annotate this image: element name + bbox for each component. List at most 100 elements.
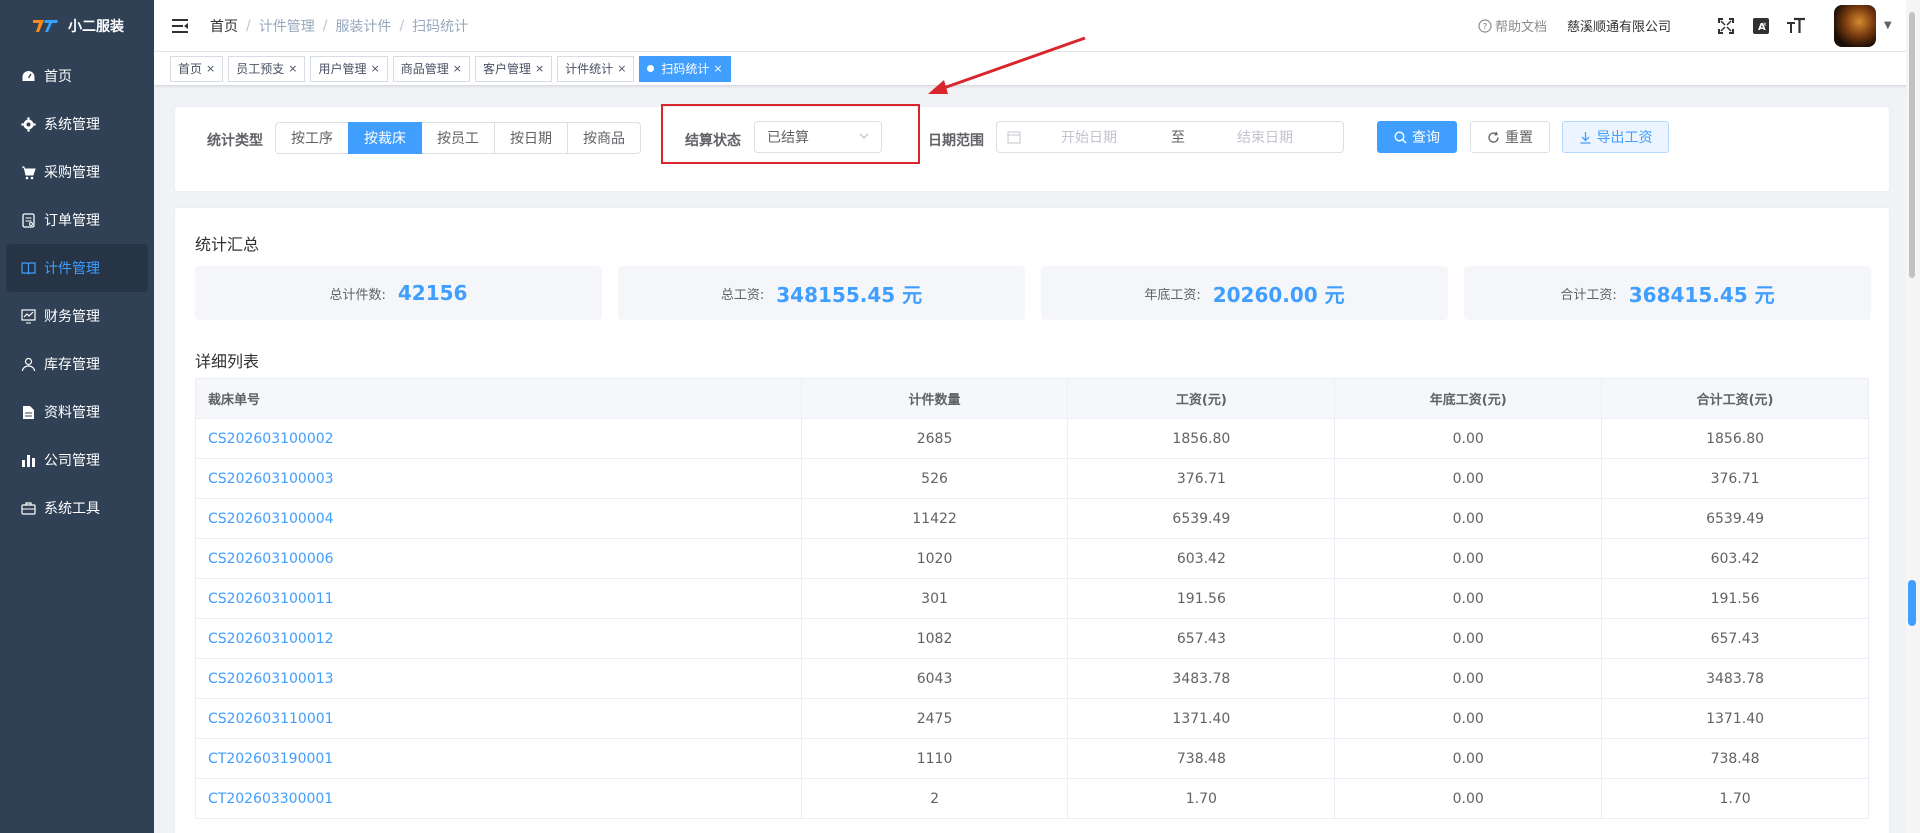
table-cell: 526 <box>800 458 1069 499</box>
cutting-order-link[interactable]: CT202603190001 <box>195 738 802 779</box>
detail-table: 裁床单号 计件数量 工资(元) 年底工资(元) 合计工资(元) CS2026031000… <box>195 378 1869 819</box>
stat-type-option[interactable]: 按商品 <box>567 122 641 154</box>
tab-tag-label: 扫码统计 <box>661 62 710 76</box>
gear-icon <box>20 116 36 132</box>
breadcrumb-item: 扫码统计 <box>412 18 469 35</box>
table-cell: 0.00 <box>1334 578 1603 619</box>
sidebar-item[interactable]: 首页 <box>0 52 154 100</box>
column-header[interactable]: 合计工资(元) <box>1601 378 1869 419</box>
font-size-icon[interactable] <box>1785 15 1807 37</box>
close-icon[interactable]: × <box>713 62 722 75</box>
tab-tag[interactable]: 计件统计 × <box>557 55 635 82</box>
column-header[interactable]: 年底工资(元) <box>1334 378 1603 419</box>
column-header[interactable]: 计件数量 <box>800 378 1069 419</box>
stat-type-option[interactable]: 按工序 <box>275 122 349 154</box>
tab-tag-label: 用户管理 <box>318 62 367 76</box>
tab-tag-label: 客户管理 <box>482 62 531 76</box>
stat-type-option[interactable]: 按员工 <box>421 122 495 154</box>
close-icon[interactable]: × <box>206 62 215 75</box>
dashboard-icon <box>20 68 36 84</box>
column-header[interactable]: 裁床单号 <box>195 378 802 419</box>
close-icon[interactable]: × <box>370 62 379 75</box>
refresh-icon <box>1488 131 1499 143</box>
user-avatar[interactable] <box>1834 4 1876 47</box>
scroll-indicator[interactable] <box>1908 580 1916 626</box>
table-cell: 191.56 <box>1067 578 1336 619</box>
sidebar-item-label: 库存管理 <box>44 357 100 373</box>
cutting-order-link[interactable]: CS202603100002 <box>195 418 802 459</box>
cutting-order-link[interactable]: CS202603100003 <box>195 458 802 499</box>
cutting-order-link[interactable]: CS202603100011 <box>195 578 802 619</box>
export-wages-button[interactable]: 导出工资 <box>1562 121 1669 153</box>
close-icon[interactable]: × <box>288 62 297 75</box>
caret-down-icon[interactable]: ▼ <box>1884 20 1896 31</box>
tab-tag[interactable]: 首页 × <box>170 55 224 82</box>
close-icon[interactable]: × <box>535 62 544 75</box>
close-icon[interactable]: × <box>453 62 462 75</box>
company-name[interactable]: 慈溪顺通有限公司 <box>1567 16 1671 35</box>
cutting-order-link[interactable]: CS202603100006 <box>195 538 802 579</box>
translate-icon[interactable]: A x <box>1750 15 1772 37</box>
sidebar-item[interactable]: 财务管理 <box>0 292 154 340</box>
sidebar-item[interactable]: 库存管理 <box>0 340 154 388</box>
table-cell: 657.43 <box>1067 618 1336 659</box>
table-cell: 1371.40 <box>1601 698 1869 739</box>
search-button[interactable]: 查询 <box>1377 121 1457 153</box>
hamburger-icon[interactable] <box>170 16 190 36</box>
sidebar-item[interactable]: 系统管理 <box>0 100 154 148</box>
table-row: CS202603100002 2685 1856.80 0.00 1856.80 <box>195 418 1869 459</box>
table-cell: 11422 <box>800 498 1069 539</box>
cutting-order-link[interactable]: CS202603110001 <box>195 698 802 739</box>
breadcrumb: 首页 / 计件管理 / 服装计件 / 扫码统计 <box>210 16 469 36</box>
sidebar-item[interactable]: 订单管理 <box>0 196 154 244</box>
reset-button[interactable]: 重置 <box>1470 121 1550 153</box>
cutting-order-link[interactable]: CS202603100013 <box>195 658 802 699</box>
cutting-order-link[interactable]: CT202603300001 <box>195 778 802 819</box>
date-start-input[interactable]: 开始日期 <box>1061 127 1171 147</box>
sidebar-item-label: 系统管理 <box>44 117 100 133</box>
table-cell: 6539.49 <box>1067 498 1336 539</box>
svg-text:x: x <box>1763 21 1767 28</box>
stat-type-option[interactable]: 按裁床 <box>348 122 422 154</box>
fullscreen-icon[interactable] <box>1715 15 1737 37</box>
summary-title: 统计汇总 <box>195 235 260 254</box>
sidebar-item-label: 系统工具 <box>44 501 100 517</box>
sidebar-item[interactable]: 公司管理 <box>0 436 154 484</box>
sidebar-item[interactable]: 资料管理 <box>0 388 154 436</box>
table-cell: 0.00 <box>1334 458 1603 499</box>
table-cell: 376.71 <box>1601 458 1869 499</box>
sidebar-item[interactable]: 系统工具 <box>0 484 154 532</box>
date-range-picker[interactable]: 开始日期 至 结束日期 <box>996 121 1344 153</box>
stat-type-option[interactable]: 按日期 <box>494 122 568 154</box>
table-cell: 1020 <box>800 538 1069 579</box>
help-docs-link[interactable]: ? 帮助文档 <box>1478 16 1547 35</box>
tab-tag[interactable]: 扫码统计 × <box>639 55 731 82</box>
cutting-order-link[interactable]: CS202603100012 <box>195 618 802 659</box>
stat-label: 总工资: <box>720 287 765 303</box>
settlement-status-select[interactable]: 已结算 <box>754 121 882 153</box>
date-end-input[interactable]: 结束日期 <box>1237 127 1337 147</box>
close-icon[interactable]: × <box>617 62 626 75</box>
sidebar-menu: 首页系统管理采购管理 订单管理 计件管理财务管理库存管理资料管理 公司管理系统工具 <box>0 52 154 532</box>
table-cell: 2475 <box>800 698 1069 739</box>
tab-tag[interactable]: 客户管理 × <box>474 55 553 82</box>
document-icon <box>20 404 36 420</box>
sidebar-item[interactable]: 采购管理 <box>0 148 154 196</box>
tab-tag[interactable]: 员工预支 × <box>228 55 306 82</box>
table-row: CS202603100011 301 191.56 0.00 191.56 <box>195 578 1869 619</box>
scrollbar-thumb[interactable] <box>1909 12 1915 278</box>
tab-tag[interactable]: 用户管理 × <box>310 55 388 82</box>
table-cell: 1.70 <box>1067 778 1336 819</box>
sidebar-item[interactable]: 计件管理 <box>6 244 148 292</box>
breadcrumb-item[interactable]: 首页 <box>210 16 238 36</box>
table-cell: 2 <box>800 778 1069 819</box>
sidebar-item-label: 财务管理 <box>44 309 100 325</box>
date-separator: 至 <box>1171 130 1185 146</box>
settlement-status-value: 已结算 <box>767 130 809 146</box>
sidebar-item-label: 首页 <box>44 69 72 85</box>
app-logo[interactable]: 小二服装 <box>0 0 154 52</box>
column-header[interactable]: 工资(元) <box>1067 378 1336 419</box>
tab-tag[interactable]: 商品管理 × <box>392 55 470 82</box>
cutting-order-link[interactable]: CS202603100004 <box>195 498 802 539</box>
table-cell: 0.00 <box>1334 538 1603 579</box>
